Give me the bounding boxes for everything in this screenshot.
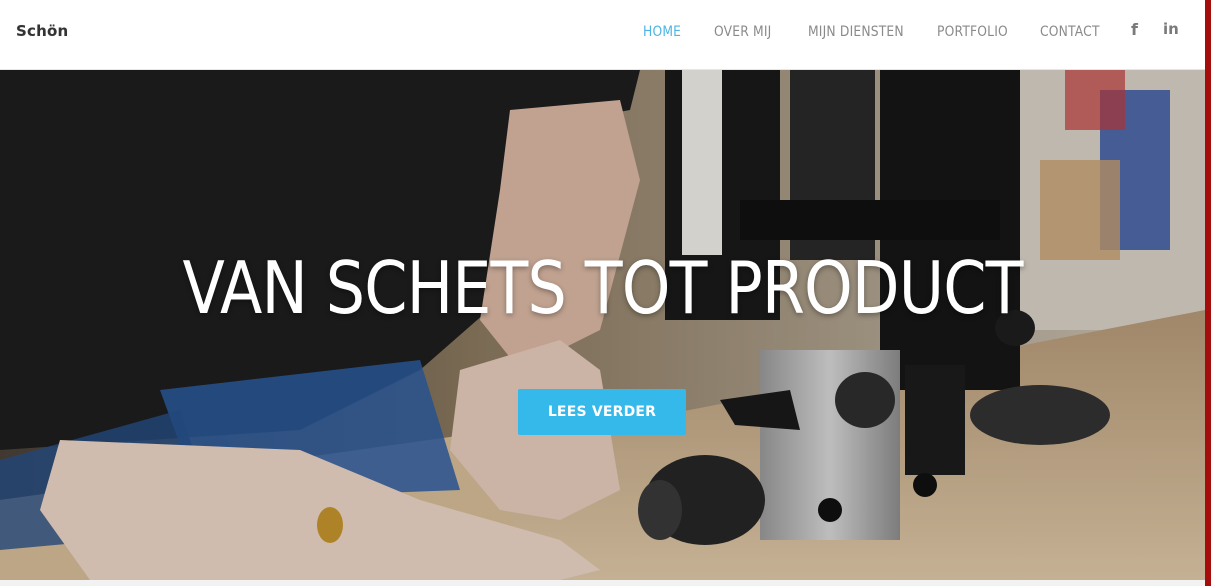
page-edge-right: [1205, 0, 1211, 586]
top-navbar: Schön HOME OVER MIJ MIJN DIENSTEN PORTFO…: [0, 0, 1205, 70]
brand-logo[interactable]: Schön: [16, 22, 68, 40]
nav-contact[interactable]: CONTACT: [1040, 24, 1100, 40]
facebook-icon[interactable]: f: [1131, 20, 1138, 39]
linkedin-icon[interactable]: in: [1163, 20, 1179, 38]
hero-title: VAN SCHETS TOT PRODUCT: [182, 246, 1023, 330]
nav-mijn-diensten[interactable]: MIJN DIENSTEN: [808, 24, 904, 40]
read-more-button[interactable]: LEES VERDER: [518, 389, 686, 435]
nav-over-mij[interactable]: OVER MIJ: [714, 24, 771, 40]
page-edge-bottom: [0, 580, 1205, 586]
hero-section: VAN SCHETS TOT PRODUCT LEES VERDER: [0, 70, 1205, 580]
nav-portfolio[interactable]: PORTFOLIO: [937, 24, 1008, 40]
nav-home[interactable]: HOME: [643, 24, 681, 40]
